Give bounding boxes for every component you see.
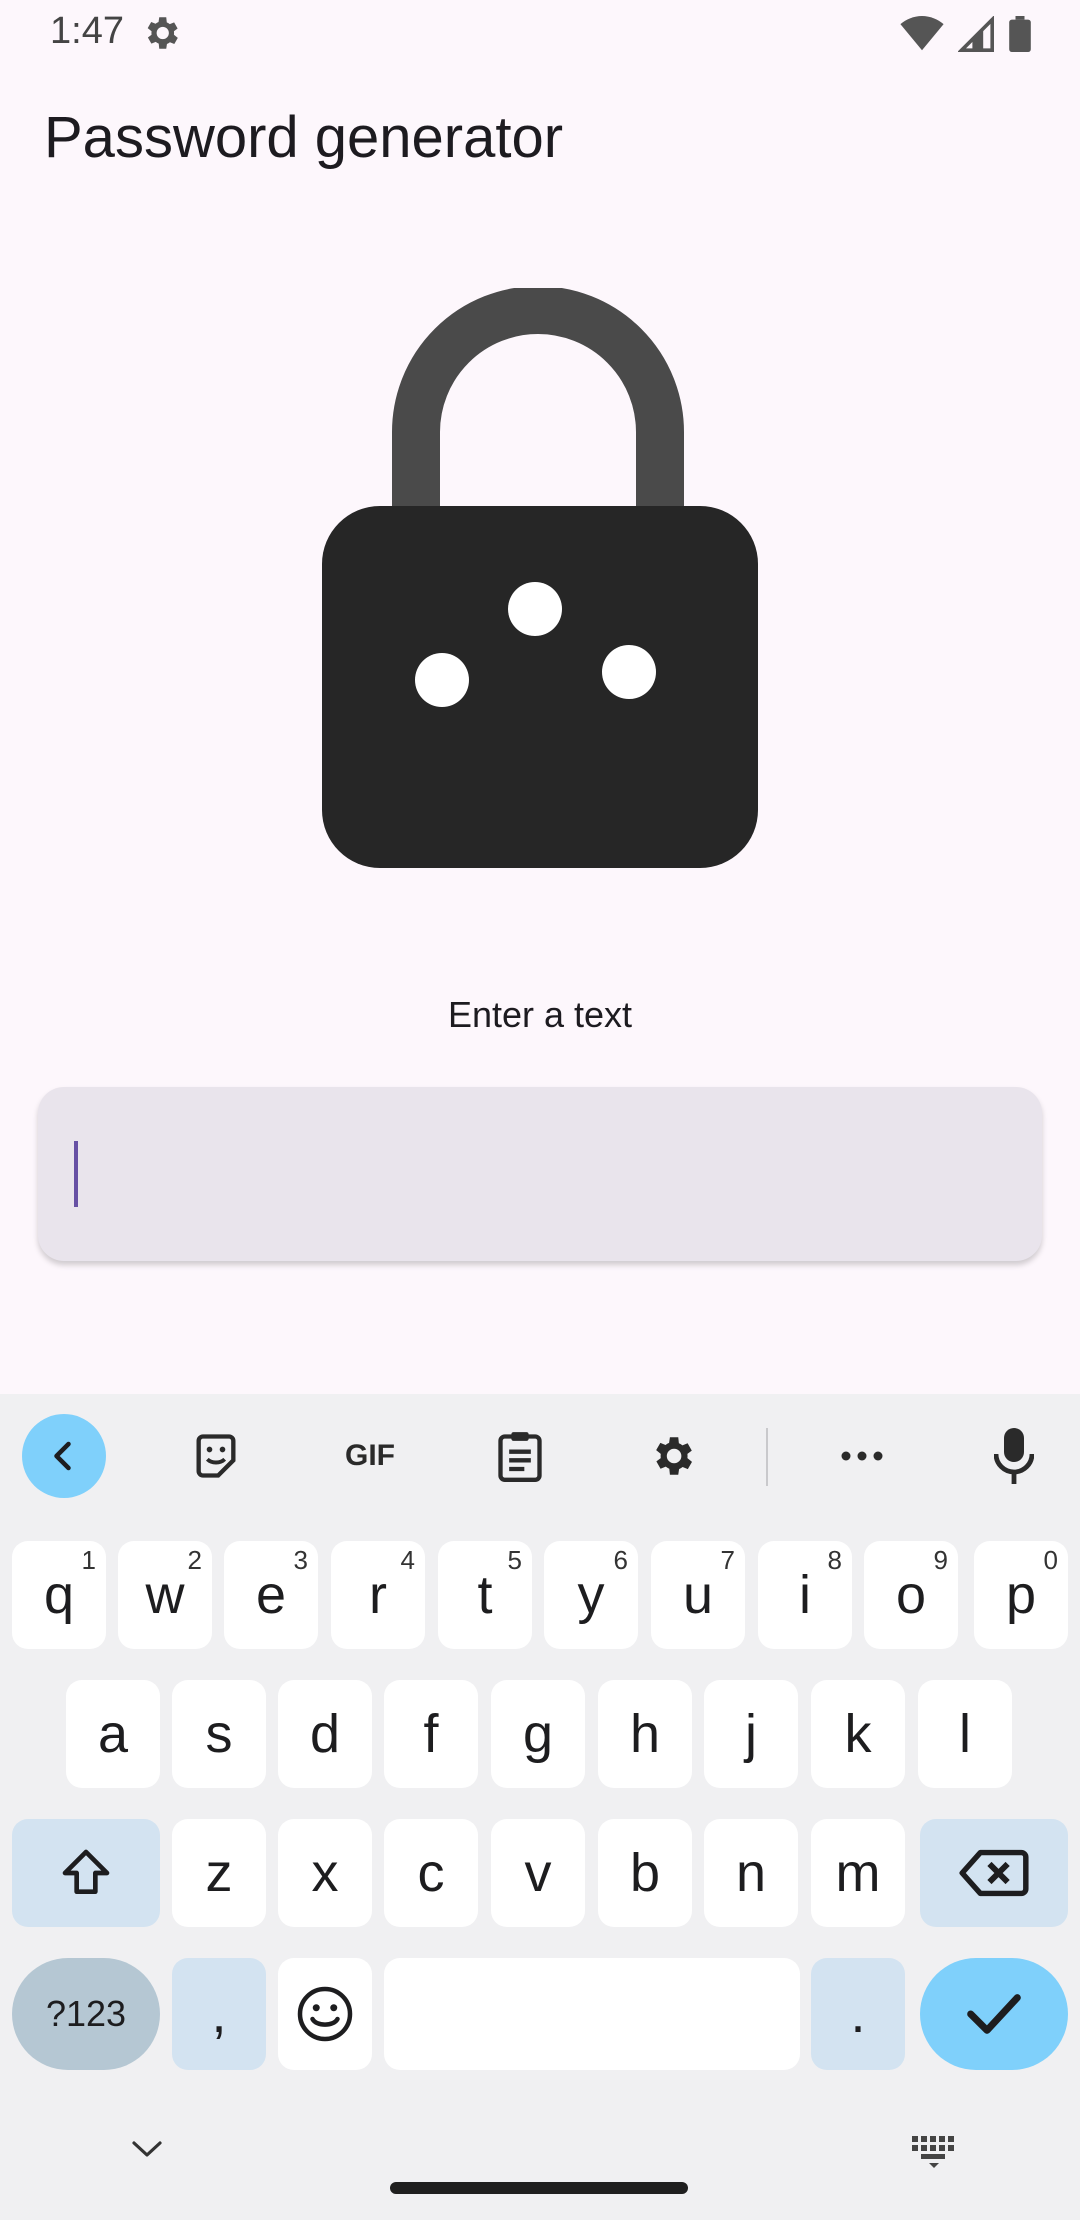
chevron-left-icon[interactable] [22, 1414, 106, 1498]
key-a[interactable]: a [66, 1680, 160, 1788]
key-f[interactable]: f [384, 1680, 478, 1788]
backspace-icon [959, 1849, 1029, 1897]
period-key[interactable]: . [811, 1958, 905, 2070]
status-icons [900, 14, 1032, 54]
key-d[interactable]: d [278, 1680, 372, 1788]
text-cursor [74, 1141, 78, 1207]
gif-icon[interactable]: GIF [326, 1414, 414, 1498]
check-icon [967, 1994, 1021, 2034]
key-q[interactable]: q1 [12, 1541, 106, 1649]
key-i[interactable]: i8 [758, 1541, 852, 1649]
backspace-key[interactable] [920, 1819, 1068, 1927]
settings-status-icon [147, 17, 178, 49]
comma-key[interactable]: , [172, 1958, 266, 2070]
signal-icon [958, 16, 994, 52]
toolbar-divider [766, 1428, 768, 1486]
lock-icon [322, 288, 758, 868]
key-j[interactable]: j [704, 1680, 798, 1788]
text-input[interactable] [38, 1087, 1042, 1261]
key-v[interactable]: v [491, 1819, 585, 1927]
status-time: 1:47 [50, 10, 124, 52]
key-w[interactable]: w2 [118, 1541, 212, 1649]
done-key[interactable] [920, 1958, 1068, 2070]
keyboard: GIF q1 w2 e3 r4 t5 y6 u7 i8 o9 p0 a s d … [0, 1394, 1080, 2220]
key-z[interactable]: z [172, 1819, 266, 1927]
page-title: Password generator [44, 105, 564, 170]
key-n[interactable]: n [704, 1819, 798, 1927]
wifi-icon [900, 16, 944, 51]
keyboard-toolbar: GIF [0, 1394, 1080, 1518]
settings-icon[interactable] [630, 1414, 714, 1498]
clipboard-icon[interactable] [478, 1414, 562, 1498]
sticker-icon[interactable] [174, 1414, 258, 1498]
key-b[interactable]: b [598, 1819, 692, 1927]
emoji-icon [297, 1986, 353, 2042]
emoji-key[interactable] [278, 1958, 372, 2070]
symbols-key[interactable]: ?123 [12, 1958, 160, 2070]
keyboard-switch-icon[interactable] [910, 2134, 960, 2170]
status-bar: 1:47 [0, 0, 1080, 66]
space-key[interactable] [384, 1958, 800, 2070]
key-l[interactable]: l [918, 1680, 1012, 1788]
key-k[interactable]: k [811, 1680, 905, 1788]
shift-icon [62, 1849, 110, 1894]
key-g[interactable]: g [491, 1680, 585, 1788]
key-r[interactable]: r4 [331, 1541, 425, 1649]
key-u[interactable]: u7 [651, 1541, 745, 1649]
key-x[interactable]: x [278, 1819, 372, 1927]
key-o[interactable]: o9 [864, 1541, 958, 1649]
key-h[interactable]: h [598, 1680, 692, 1788]
key-m[interactable]: m [811, 1819, 905, 1927]
more-icon[interactable] [820, 1414, 904, 1498]
key-s[interactable]: s [172, 1680, 266, 1788]
chevron-down-icon[interactable] [122, 2134, 172, 2164]
battery-icon [1009, 16, 1031, 52]
input-label: Enter a text [447, 994, 633, 1035]
key-e[interactable]: e3 [224, 1541, 318, 1649]
shift-key[interactable] [12, 1819, 160, 1927]
home-indicator[interactable] [390, 2182, 688, 2194]
key-t[interactable]: t5 [438, 1541, 532, 1649]
mic-icon[interactable] [972, 1414, 1056, 1498]
key-p[interactable]: p0 [974, 1541, 1068, 1649]
key-c[interactable]: c [384, 1819, 478, 1927]
key-y[interactable]: y6 [544, 1541, 638, 1649]
